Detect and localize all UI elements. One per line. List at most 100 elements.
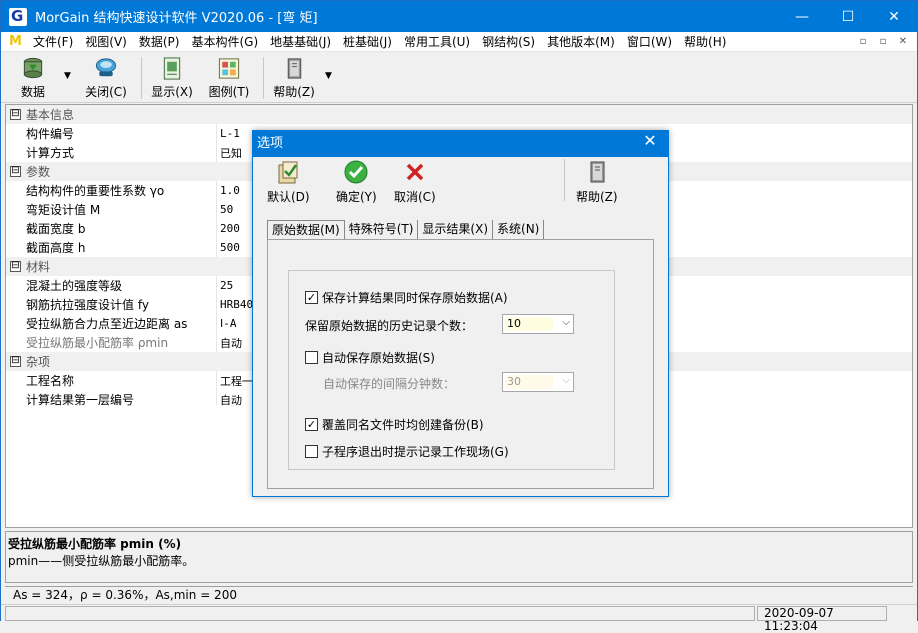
property-name: 截面高度 h [26, 241, 86, 255]
help-button[interactable]: 帮助(Z) [269, 56, 319, 100]
menu-view[interactable]: 视图(V) [79, 33, 133, 50]
data-button[interactable]: 数据 [8, 56, 58, 100]
close-doc-button[interactable]: 关闭(C) [81, 56, 131, 100]
ok-button[interactable]: 确定(Y) [336, 159, 377, 205]
auto-save-label: 自动保存原始数据(S) [322, 351, 435, 365]
data-button-label: 数据 [20, 85, 45, 99]
property-name: 构件编号 [26, 127, 75, 141]
menu-other-versions[interactable]: 其他版本(M) [541, 33, 621, 50]
maximize-button[interactable]: ☐ [825, 1, 871, 32]
menu-help[interactable]: 帮助(H) [678, 33, 732, 50]
toolbar-separator [141, 57, 142, 99]
backup-option[interactable]: ✓ 覆盖同名文件时均创建备份(B) [305, 416, 484, 433]
collapse-icon[interactable]: ⊟ [10, 166, 21, 177]
title-bar: MorGain 结构快速设计软件 V2020.06 - [弯 矩] — ☐ ✕ [1, 1, 917, 32]
menu-file[interactable]: 文件(F) [27, 33, 79, 50]
property-value[interactable]: 工程一 [220, 373, 253, 389]
data-dropdown-arrow[interactable]: ▼ [64, 71, 71, 81]
tab-special-symbols[interactable]: 特殊符号(T) [345, 220, 419, 240]
dialog-title: 选项 [253, 131, 668, 157]
help-label: 帮助(Z) [273, 85, 315, 99]
options-group: ✓ 保存计算结果同时保存原始数据(A) 保留原始数据的历史记录个数： 10 ⌵ … [288, 270, 615, 470]
property-value[interactable]: 自动 [220, 392, 242, 408]
legend-icon [218, 58, 240, 79]
exit-prompt-option[interactable]: 子程序退出时提示记录工作现场(G) [305, 443, 509, 460]
help-book-icon [287, 58, 302, 79]
dialog-tabs: 原始数据(M) 特殊符号(T) 显示结果(X) 系统(N) [267, 220, 545, 240]
display-button[interactable]: 显示(X) [147, 56, 197, 100]
property-name: 受拉纵筋合力点至近边距离 as [26, 317, 188, 331]
save-original-checkbox[interactable]: ✓ [305, 291, 318, 304]
property-value[interactable]: L-1 [220, 127, 240, 140]
menu-steel[interactable]: 钢结构(S) [476, 33, 541, 50]
mdi-controls: ▫ ▫ ✕ [855, 34, 911, 49]
close-button[interactable]: ✕ [871, 1, 917, 32]
property-value[interactable]: 自动 [220, 335, 242, 351]
collapse-icon[interactable]: ⊟ [10, 261, 21, 272]
description-pane: 受拉纵筋最小配筋率 pmin (%) pmin——侧受拉纵筋最小配筋率。 [5, 531, 913, 583]
app-logo-icon [9, 7, 27, 26]
save-original-option[interactable]: ✓ 保存计算结果同时保存原始数据(A) [305, 289, 508, 306]
help-dropdown-arrow[interactable]: ▼ [325, 71, 332, 81]
interval-select: 30 ⌵ [502, 372, 574, 392]
property-value[interactable]: 25 [220, 279, 233, 292]
display-label: 显示(X) [151, 85, 193, 99]
menu-basic-members[interactable]: 基本构件(G) [185, 33, 264, 50]
property-value[interactable]: Ⅰ-A [220, 317, 237, 330]
main-window: MorGain 结构快速设计软件 V2020.06 - [弯 矩] — ☐ ✕ … [0, 0, 918, 633]
menu-foundation[interactable]: 地基基础(J) [264, 33, 337, 50]
property-name: 弯矩设计值 M [26, 203, 101, 217]
toolbar: 数据 ▼ 关闭(C) 显示(X) 图例(T) 帮助(Z) ▼ [1, 53, 917, 103]
status-cell [5, 606, 755, 621]
status-datetime: 2020-09-07 11:23:04 [757, 606, 887, 633]
minimize-button[interactable]: — [779, 1, 825, 32]
tab-original-data[interactable]: 原始数据(M) [267, 220, 345, 240]
interval-value: 30 [505, 375, 553, 389]
tab-panel: ✓ 保存计算结果同时保存原始数据(A) 保留原始数据的历史记录个数： 10 ⌵ … [267, 239, 654, 489]
chevron-down-icon: ⌵ [562, 317, 570, 328]
database-icon [23, 57, 43, 79]
collapse-icon[interactable]: ⊟ [10, 356, 21, 367]
exit-prompt-checkbox[interactable] [305, 445, 318, 458]
legend-button[interactable]: 图例(T) [204, 56, 254, 100]
property-name: 结构构件的重要性系数 γo [26, 184, 165, 198]
backup-checkbox[interactable]: ✓ [305, 418, 318, 431]
menu-logo-icon: M [9, 34, 22, 49]
history-count-select[interactable]: 10 ⌵ [502, 314, 574, 334]
menu-window[interactable]: 窗口(W) [621, 33, 678, 50]
default-button[interactable]: 默认(D) [267, 159, 310, 205]
menu-data[interactable]: 数据(P) [133, 33, 186, 50]
menu-tools[interactable]: 常用工具(U) [398, 33, 476, 50]
cancel-x-icon [406, 163, 424, 181]
property-value[interactable]: 已知 [220, 145, 242, 161]
property-value[interactable]: 200 [220, 222, 240, 235]
history-count-label: 保留原始数据的历史记录个数： [305, 319, 474, 333]
save-original-label: 保存计算结果同时保存原始数据(A) [322, 291, 508, 305]
tab-system[interactable]: 系统(N) [493, 220, 545, 240]
property-value[interactable]: 50 [220, 203, 233, 216]
dialog-toolbar: 默认(D) 确定(Y) 取消(C) 帮助(Z) [253, 159, 668, 205]
mdi-restore-button[interactable]: ▫ [875, 34, 891, 49]
mdi-close-button[interactable]: ✕ [895, 34, 911, 49]
group-label: 材料 [26, 260, 51, 274]
property-name: 计算结果第一层编号 [26, 393, 135, 407]
backup-label: 覆盖同名文件时均创建备份(B) [322, 418, 484, 432]
collapse-icon[interactable]: ⊟ [10, 109, 21, 120]
menu-pile-foundation[interactable]: 桩基础(J) [337, 33, 398, 50]
cancel-button[interactable]: 取消(C) [394, 159, 436, 205]
default-icon [278, 161, 298, 184]
auto-save-checkbox[interactable] [305, 351, 318, 364]
dialog-help-label: 帮助(Z) [576, 190, 618, 204]
property-value[interactable]: 500 [220, 241, 240, 254]
tab-display-results[interactable]: 显示结果(X) [418, 220, 494, 240]
help-book-icon [590, 161, 605, 183]
window-title: MorGain 结构快速设计软件 V2020.06 - [弯 矩] [35, 11, 318, 26]
group-basic-info[interactable]: ⊟ 基本信息 [6, 105, 912, 124]
property-value[interactable]: 1.0 [220, 184, 240, 197]
dialog-close-button[interactable]: ✕ [638, 131, 662, 157]
property-name: 钢筋抗拉强度设计值 fy [26, 298, 149, 312]
mdi-minimize-button[interactable]: ▫ [855, 34, 871, 49]
cancel-label: 取消(C) [394, 190, 436, 204]
auto-save-option[interactable]: 自动保存原始数据(S) [305, 349, 435, 366]
dialog-help-button[interactable]: 帮助(Z) [576, 159, 618, 205]
